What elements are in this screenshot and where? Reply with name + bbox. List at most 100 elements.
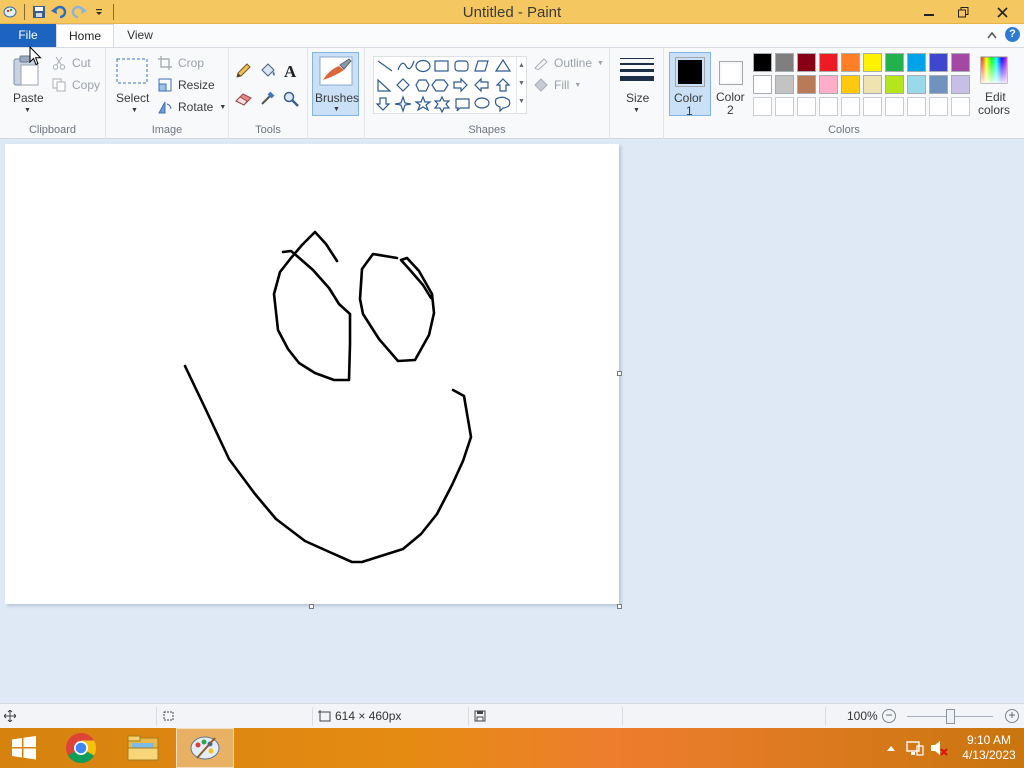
tab-view[interactable]: View [114, 24, 166, 47]
copy-button[interactable]: Copy [52, 76, 100, 94]
gallery-scroll-down-icon[interactable]: ▼ [517, 75, 526, 93]
rotate-button[interactable]: Rotate ▼ [158, 98, 226, 116]
palette-empty-swatch[interactable] [929, 97, 948, 116]
palette-color-swatch[interactable] [863, 53, 882, 72]
color1-button[interactable]: Color 1 [669, 52, 711, 118]
copy-icon [52, 78, 66, 92]
palette-color-swatch[interactable] [819, 53, 838, 72]
window-title: Untitled - Paint [462, 4, 562, 21]
show-hidden-icons-chevron-up-icon[interactable] [886, 744, 896, 752]
help-icon[interactable]: ? [1005, 27, 1020, 42]
tab-home[interactable]: Home [56, 24, 114, 47]
palette-color-swatch[interactable] [841, 75, 860, 94]
taskbar-file-explorer[interactable] [114, 728, 172, 768]
fill-button[interactable]: Fill ▼ [533, 76, 581, 94]
resize-handle-right[interactable] [617, 371, 622, 376]
select-button[interactable]: Select ▼ [112, 51, 152, 114]
magnifier-icon[interactable] [283, 91, 299, 107]
system-tray: 9:10 AM 4/13/2023 [886, 728, 1024, 768]
resize-handle-corner[interactable] [617, 604, 622, 609]
palette-empty-swatch[interactable] [863, 97, 882, 116]
zoom-in-button[interactable]: + [1005, 709, 1019, 723]
palette-empty-swatch[interactable] [797, 97, 816, 116]
taskbar-paint[interactable] [176, 728, 234, 768]
palette-color-swatch[interactable] [753, 75, 772, 94]
palette-color-swatch[interactable] [885, 53, 904, 72]
canvas-size-indicator: 614 × 460px [318, 709, 401, 723]
pencil-icon[interactable] [235, 63, 251, 79]
palette-color-swatch[interactable] [885, 75, 904, 94]
palette-empty-swatch[interactable] [753, 97, 772, 116]
fill-bucket-icon[interactable] [259, 62, 277, 79]
close-button[interactable] [980, 0, 1024, 24]
resize-handle-bottom[interactable] [309, 604, 314, 609]
color-picker-icon[interactable] [260, 90, 276, 106]
taskbar-chrome[interactable] [52, 728, 110, 768]
gallery-scroll-up-icon[interactable]: ▲ [517, 57, 526, 75]
start-button[interactable] [0, 728, 48, 768]
shapes-gallery[interactable]: ▲ ▼ ▼ [373, 56, 527, 114]
palette-color-swatch[interactable] [863, 75, 882, 94]
size-label: Size [626, 91, 650, 105]
palette-color-swatch[interactable] [929, 75, 948, 94]
network-icon[interactable] [906, 740, 924, 756]
palette-empty-swatch[interactable] [841, 97, 860, 116]
minimize-ribbon-chevron-up-icon[interactable] [987, 31, 997, 39]
palette-empty-swatch[interactable] [951, 97, 970, 116]
palette-empty-swatch[interactable] [885, 97, 904, 116]
outline-pen-icon [534, 58, 548, 70]
eraser-icon[interactable] [235, 92, 253, 106]
crop-button[interactable]: Crop [158, 54, 204, 72]
palette-color-swatch[interactable] [775, 53, 794, 72]
paste-label: Paste [13, 91, 44, 105]
palette-color-swatch[interactable] [907, 53, 926, 72]
color2-button[interactable]: Color 2 [713, 52, 753, 117]
selection-size-icon [163, 711, 174, 721]
restore-button[interactable] [946, 0, 980, 24]
shapes-gallery-scroll[interactable]: ▲ ▼ ▼ [516, 57, 526, 113]
canvas-workspace [0, 139, 1024, 703]
image-group-label: Image [151, 124, 183, 136]
palette-color-swatch[interactable] [929, 53, 948, 72]
resize-button[interactable]: Resize [158, 76, 215, 94]
colors-group-label: Colors [828, 124, 860, 136]
tools-group: A Tools [229, 48, 308, 139]
zoom-level: 100% [847, 709, 878, 723]
palette-color-swatch[interactable] [797, 53, 816, 72]
ribbon: Paste ▼ Cut Copy Clipboard Select ▼ Crop… [0, 47, 1024, 139]
clock-date: 4/13/2023 [962, 748, 1016, 762]
palette-color-swatch[interactable] [841, 53, 860, 72]
size-button[interactable]: Size ▼ [618, 51, 656, 115]
palette-empty-swatch[interactable] [907, 97, 926, 116]
cut-button[interactable]: Cut [52, 54, 91, 72]
palette-empty-swatch[interactable] [775, 97, 794, 116]
file-size-disk-icon [474, 710, 486, 722]
palette-color-swatch[interactable] [797, 75, 816, 94]
text-icon[interactable]: A [283, 63, 299, 79]
zoom-out-button[interactable]: − [882, 709, 896, 723]
taskbar-clock[interactable]: 9:10 AM 4/13/2023 [954, 733, 1024, 763]
minimize-button[interactable] [912, 0, 946, 24]
palette-color-swatch[interactable] [753, 53, 772, 72]
palette-color-swatch[interactable] [819, 75, 838, 94]
palette-color-swatch[interactable] [907, 75, 926, 94]
color1-label-line2: 1 [686, 104, 693, 118]
color2-fill [722, 64, 740, 82]
outline-button[interactable]: Outline ▼ [533, 54, 604, 72]
palette-empty-swatch[interactable] [819, 97, 838, 116]
volume-muted-icon[interactable] [930, 740, 948, 756]
tools-group-label: Tools [255, 124, 281, 136]
palette-color-swatch[interactable] [775, 75, 794, 94]
rotate-dropdown-chevron-down-icon: ▼ [219, 103, 227, 111]
edit-colors-button[interactable]: Edit colors [975, 52, 1015, 117]
drawing-canvas[interactable] [5, 144, 619, 604]
palette-color-swatch[interactable] [951, 75, 970, 94]
folder-icon [127, 735, 159, 761]
size-group: Size ▼ [610, 48, 664, 139]
tab-file[interactable]: File [0, 24, 56, 47]
palette-color-swatch[interactable] [951, 53, 970, 72]
status-separator [156, 707, 157, 726]
zoom-slider-thumb[interactable] [946, 709, 955, 724]
gallery-expand-icon[interactable]: ▼ [517, 93, 526, 111]
windows-logo-icon [12, 736, 36, 760]
